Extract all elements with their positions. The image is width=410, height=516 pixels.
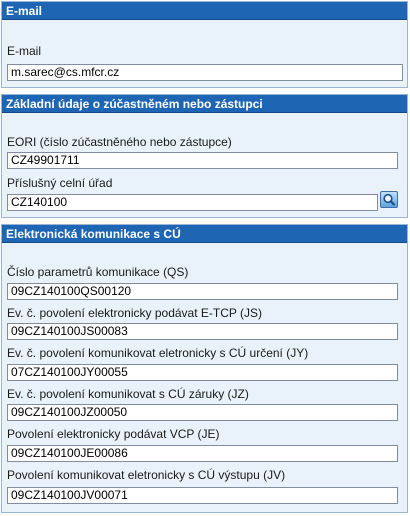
basic-info-section: Základní údaje o zúčastněném nebo zástup… bbox=[1, 94, 408, 218]
customs-office-lookup-button[interactable] bbox=[380, 191, 398, 208]
je-label: Povolení elektronicky podávat VCP (JE) bbox=[7, 427, 220, 441]
email-section: E-mail E-mail m.sarec@cs.mfcr.cz bbox=[1, 1, 408, 88]
js-field[interactable]: 09CZ140100JS00083 bbox=[7, 323, 398, 340]
jy-label: Ev. č. povolení komunikovat eletronicky … bbox=[7, 346, 309, 360]
email-label: E-mail bbox=[7, 44, 42, 58]
js-label: Ev. č. povolení elektronicky podávat E-T… bbox=[7, 306, 262, 320]
jv-field[interactable]: 09CZ140100JV00071 bbox=[7, 487, 398, 504]
eori-field[interactable]: CZ49901711 bbox=[7, 152, 398, 169]
jz-field[interactable]: 09CZ140100JZ00050 bbox=[7, 404, 398, 421]
email-section-header: E-mail bbox=[2, 2, 407, 20]
customs-office-field[interactable]: CZ140100 bbox=[7, 194, 378, 211]
qs-label: Číslo parametrů komunikace (QS) bbox=[7, 265, 189, 279]
basic-info-section-header: Základní údaje o zúčastněném nebo zástup… bbox=[2, 95, 407, 113]
jy-field[interactable]: 07CZ140100JY00055 bbox=[7, 364, 398, 381]
je-field[interactable]: 09CZ140100JE00086 bbox=[7, 445, 398, 462]
email-field[interactable]: m.sarec@cs.mfcr.cz bbox=[7, 64, 403, 81]
jv-label: Povolení komunikovat eletronicky s CÚ vý… bbox=[7, 468, 286, 482]
eori-label: EORI (číslo zúčastněného nebo zástupce) bbox=[7, 135, 232, 149]
search-icon bbox=[383, 193, 396, 206]
customs-office-label: Příslušný celní úřad bbox=[7, 176, 113, 190]
electronic-communication-section-header: Elektronická komunikace s CÚ bbox=[2, 225, 407, 243]
jz-label: Ev. č. povolení komunikovat s CÚ záruky … bbox=[7, 387, 249, 401]
qs-field[interactable]: 09CZ140100QS00120 bbox=[7, 283, 398, 300]
electronic-communication-section: Elektronická komunikace s CÚ Číslo param… bbox=[1, 224, 408, 513]
